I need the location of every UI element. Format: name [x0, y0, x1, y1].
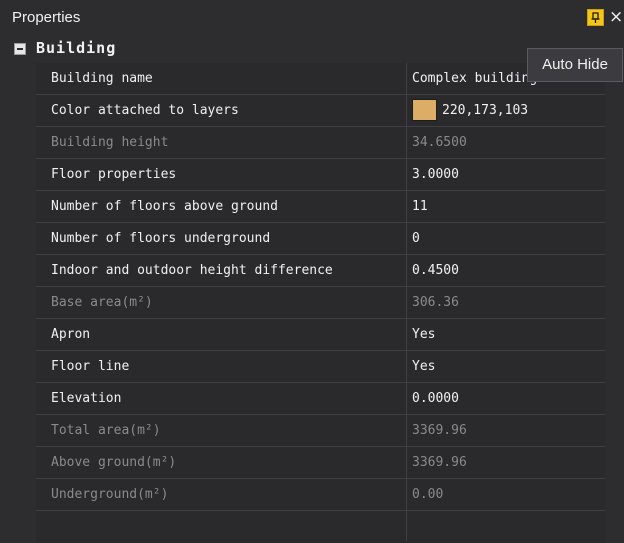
property-value[interactable]: 0.0000 [407, 383, 605, 414]
property-value[interactable]: 220,173,103 [407, 95, 605, 126]
property-name: Indoor and outdoor height difference [51, 263, 333, 278]
property-name: Building name [51, 71, 153, 86]
property-grid: Building name Complex building Color attac… [36, 63, 605, 543]
color-swatch[interactable] [412, 98, 437, 121]
property-value: 306.36 [412, 295, 459, 310]
property-name: Number of floors above ground [51, 199, 278, 214]
column-divider [406, 511, 407, 541]
property-row[interactable]: Elevation 0.0000 [36, 383, 605, 415]
property-name: Underground(m²) [51, 487, 169, 502]
property-grid-gutter [0, 63, 36, 543]
property-row[interactable]: Underground(m²) 0.00 [36, 479, 605, 511]
property-row[interactable]: Building name Complex building [36, 63, 605, 95]
property-row[interactable]: Number of floors underground 0 [36, 223, 605, 255]
property-name: Apron [51, 327, 91, 342]
category-building[interactable]: Building [0, 36, 605, 63]
property-value[interactable]: 0 [407, 223, 605, 254]
property-name: Number of floors underground [51, 231, 271, 246]
property-row[interactable]: Color attached to layers 220,173,103 [36, 95, 605, 127]
property-value: 3369.96 [412, 455, 467, 470]
pin-icon-glyph [591, 12, 600, 23]
property-row[interactable]: Apron Yes [36, 319, 605, 351]
property-name: Floor line [51, 359, 130, 374]
panel-title: Properties [12, 9, 81, 26]
property-value[interactable]: Yes [407, 319, 605, 350]
scrollbar-track[interactable] [605, 36, 624, 543]
property-name: Base area(m²) [51, 295, 153, 310]
property-row[interactable]: Base area(m²) 306.36 [36, 287, 605, 319]
property-row[interactable]: Total area(m²) 3369.96 [36, 415, 605, 447]
property-value[interactable]: 3.0000 [407, 159, 605, 190]
property-value: 3369.96 [412, 423, 467, 438]
panel-titlebar: Properties × [0, 0, 624, 36]
property-row[interactable]: Indoor and outdoor height difference 0.45… [36, 255, 605, 287]
collapse-icon[interactable] [14, 43, 26, 55]
property-value[interactable]: 0.4500 [407, 255, 605, 286]
property-name: Elevation [51, 391, 122, 406]
property-value: 0.00 [412, 487, 444, 502]
property-value[interactable]: 11 [407, 191, 605, 222]
property-row[interactable]: Floor line Yes [36, 351, 605, 383]
empty-grid-area [36, 511, 605, 541]
color-value-text: 220,173,103 [442, 103, 529, 118]
properties-panel: Properties × Auto Hide Building Building… [0, 0, 624, 543]
property-name: Above ground(m²) [51, 455, 177, 470]
property-row[interactable]: Number of floors above ground 11 [36, 191, 605, 223]
category-label: Building [36, 39, 117, 57]
property-value[interactable]: Yes [407, 351, 605, 382]
property-name: Color attached to layers [51, 103, 239, 118]
pin-icon[interactable] [587, 9, 604, 26]
property-row[interactable]: Floor properties 3.0000 [36, 159, 605, 191]
auto-hide-tooltip: Auto Hide [527, 48, 623, 82]
property-name: Building height [51, 135, 169, 150]
property-value: 34.6500 [412, 135, 467, 150]
property-row[interactable]: Above ground(m²) 3369.96 [36, 447, 605, 479]
property-name: Total area(m²) [51, 423, 161, 438]
close-icon[interactable]: × [609, 7, 624, 27]
property-name: Floor properties [51, 167, 177, 182]
property-row[interactable]: Building height 34.6500 [36, 127, 605, 159]
